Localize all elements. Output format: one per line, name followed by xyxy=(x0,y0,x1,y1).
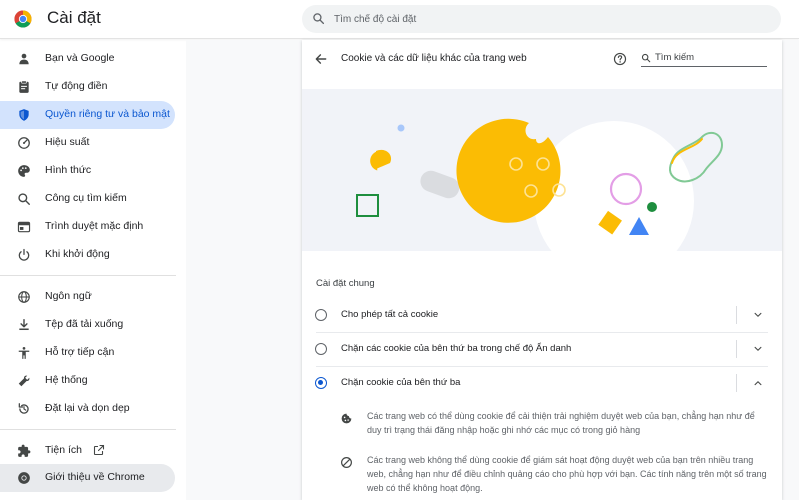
radio-button-checked[interactable] xyxy=(315,377,327,389)
illustration-half-cookie-shape xyxy=(376,149,392,169)
sidebar-divider xyxy=(0,429,176,430)
sidebar-item-label: Quyền riêng tư và bảo mật xyxy=(45,108,170,120)
sidebar-item-downloads[interactable]: Tệp đã tải xuống xyxy=(0,311,175,339)
sidebar-item-label: Trình duyệt mặc định xyxy=(45,220,144,232)
sidebar-item-accessibility[interactable]: Hỗ trợ tiếp cận xyxy=(0,339,175,367)
section-title: Cài đặt chung xyxy=(316,278,375,289)
detail-text: Các trang web không thể dùng cookie để g… xyxy=(367,455,767,493)
sidebar-item-label: Hệ thống xyxy=(45,374,88,386)
row-separator xyxy=(736,306,737,324)
chevron-up-icon[interactable] xyxy=(753,378,763,388)
cookie-icon xyxy=(341,413,352,424)
radio-button[interactable] xyxy=(315,309,327,321)
illustration-blue-dot xyxy=(397,124,405,132)
sidebar-item-search-engine[interactable]: Công cụ tìm kiếm xyxy=(0,185,175,213)
search-input[interactable] xyxy=(334,5,764,33)
illustration-green-dot xyxy=(647,202,657,212)
option-block-third-party-incognito[interactable]: Chặn các cookie của bên thứ ba trong chế… xyxy=(302,332,782,366)
detail-text: Các trang web có thể dùng cookie để cải … xyxy=(367,411,755,435)
cookie-search-input[interactable] xyxy=(655,50,765,64)
puzzle-icon xyxy=(18,444,31,457)
sidebar-item-label: Hình thức xyxy=(45,164,92,176)
row-separator xyxy=(736,340,737,358)
speedometer-icon xyxy=(18,137,30,149)
card-header: Cookie và các dữ liệu khác của trang web xyxy=(302,40,782,80)
sidebar: Bạn và Google Tự động điền Quyền riêng t… xyxy=(0,40,186,500)
help-icon[interactable] xyxy=(613,52,627,66)
sidebar-item-you-and-google[interactable]: Bạn và Google xyxy=(0,45,175,73)
chrome-logo-icon xyxy=(14,10,32,28)
option-label: Chặn các cookie của bên thứ ba trong chế… xyxy=(341,343,572,354)
top-bar: Cài đặt xyxy=(0,0,799,39)
clipboard-icon xyxy=(19,80,29,93)
sidebar-item-label: Tiện ích xyxy=(45,444,82,456)
sidebar-item-extensions[interactable]: Tiện ích xyxy=(0,437,175,465)
cookies-settings-card: Cookie và các dữ liệu khác của trang web xyxy=(302,40,782,500)
sidebar-item-label: Giới thiệu về Chrome xyxy=(45,471,145,483)
illustration-gray-pill xyxy=(420,170,460,199)
sidebar-item-label: Bạn và Google xyxy=(45,52,115,64)
sidebar-item-label: Tệp đã tải xuống xyxy=(45,318,124,330)
palette-icon xyxy=(18,165,30,177)
sidebar-item-label: Tự động điền xyxy=(45,80,108,92)
card-search[interactable] xyxy=(641,49,767,67)
person-icon xyxy=(19,53,29,65)
sidebar-item-on-startup[interactable]: Khi khởi động xyxy=(0,241,175,269)
search-icon xyxy=(18,193,30,205)
cookie-illustration-banner xyxy=(302,89,782,251)
sidebar-item-label: Hiệu suất xyxy=(45,136,90,148)
option-allow-all-cookies[interactable]: Cho phép tất cả cookie xyxy=(302,298,782,332)
sidebar-item-system[interactable]: Hệ thống xyxy=(0,367,175,395)
app-title: Cài đặt xyxy=(47,8,101,27)
back-arrow-icon[interactable] xyxy=(314,52,328,66)
settings-search[interactable] xyxy=(302,5,781,33)
sidebar-item-appearance[interactable]: Hình thức xyxy=(0,157,175,185)
row-separator xyxy=(736,374,737,392)
sidebar-item-performance[interactable]: Hiệu suất xyxy=(0,129,175,157)
wrench-icon xyxy=(18,375,30,387)
sidebar-item-label: Ngôn ngữ xyxy=(45,290,92,302)
search-icon xyxy=(641,53,651,63)
chrome-icon xyxy=(18,472,30,484)
reset-icon xyxy=(18,403,29,414)
globe-icon xyxy=(18,291,30,303)
sidebar-divider xyxy=(0,275,176,276)
option-label: Cho phép tất cả cookie xyxy=(341,309,439,320)
block-icon xyxy=(341,457,352,468)
cookie-illustration xyxy=(356,118,724,251)
sidebar-item-label: Đặt lại và dọn dẹp xyxy=(45,402,130,414)
sidebar-item-autofill[interactable]: Tự động điền xyxy=(0,73,175,101)
sidebar-item-privacy-security[interactable]: Quyền riêng tư và bảo mật xyxy=(0,101,175,129)
illustration-green-square xyxy=(356,194,379,217)
external-link-icon xyxy=(93,444,105,456)
page-title: Cookie và các dữ liệu khác của trang web xyxy=(341,53,527,64)
browser-icon xyxy=(17,221,31,233)
chevron-down-icon[interactable] xyxy=(753,310,763,320)
sidebar-item-reset-cleanup[interactable]: Đặt lại và dọn dẹp xyxy=(0,395,175,423)
chevron-down-icon[interactable] xyxy=(753,344,763,354)
option-block-third-party[interactable]: Chặn cookie của bên thứ ba xyxy=(302,366,782,400)
radio-button[interactable] xyxy=(315,343,327,355)
sidebar-item-label: Hỗ trợ tiếp cận xyxy=(45,346,115,358)
sidebar-item-about-chrome[interactable]: Giới thiệu về Chrome xyxy=(0,464,175,492)
sidebar-item-label: Công cụ tìm kiếm xyxy=(45,192,127,204)
sidebar-item-default-browser[interactable]: Trình duyệt mặc định xyxy=(0,213,175,241)
shield-icon xyxy=(19,109,29,121)
sidebar-item-languages[interactable]: Ngôn ngữ xyxy=(0,283,175,311)
option-label: Chặn cookie của bên thứ ba xyxy=(341,377,461,388)
sidebar-item-label: Khi khởi động xyxy=(45,248,110,260)
accessibility-icon xyxy=(18,346,30,359)
download-icon xyxy=(19,319,29,331)
search-icon xyxy=(313,13,325,25)
power-icon xyxy=(18,248,30,261)
